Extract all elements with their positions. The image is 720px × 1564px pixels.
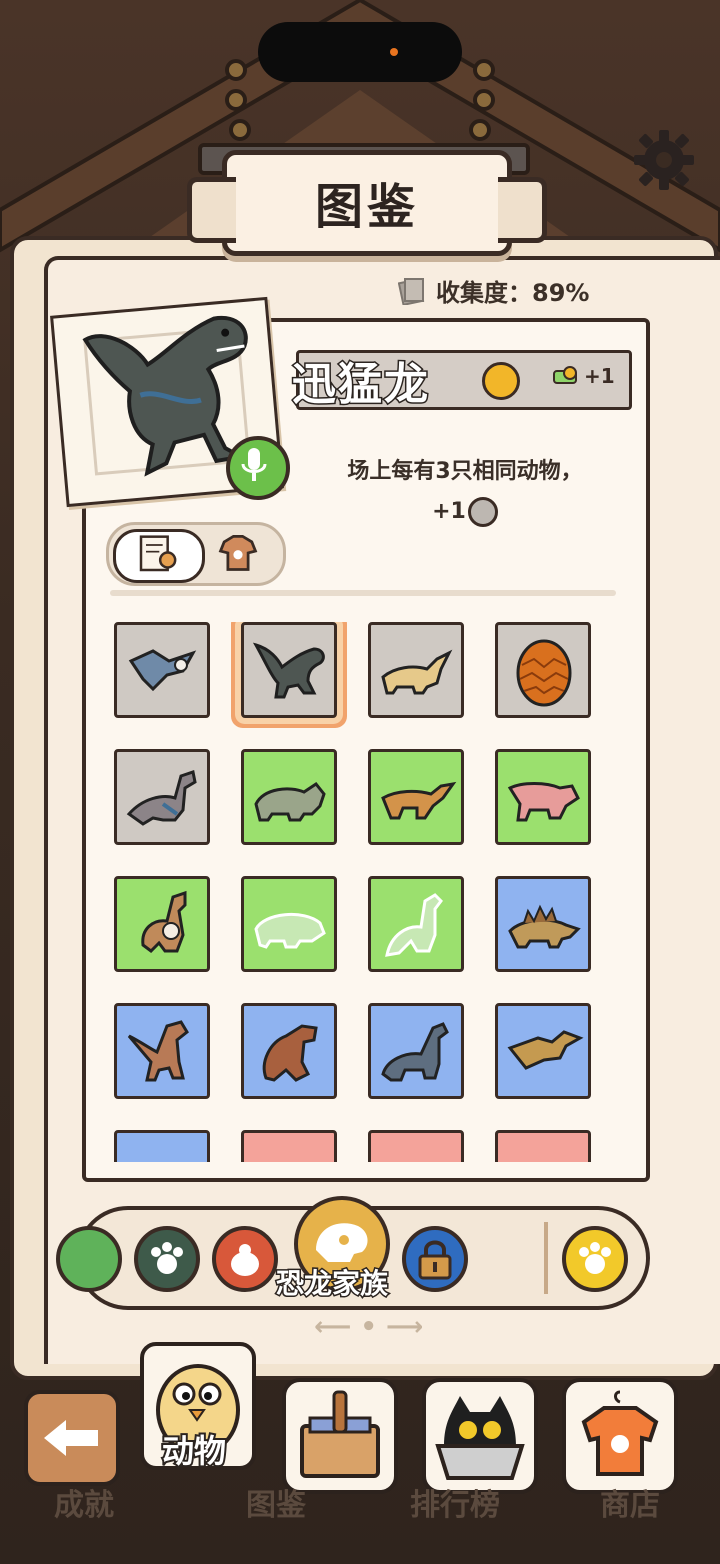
animal-cell-oviraptor-gray[interactable] xyxy=(114,749,210,845)
animal-cell-pink-dino[interactable] xyxy=(495,749,591,845)
nav-achievements-label[interactable]: 成就 xyxy=(54,1480,114,1524)
book-icon xyxy=(398,277,425,305)
page-indicator[interactable]: ⟵ • ⟶ xyxy=(314,1312,423,1342)
back-button[interactable] xyxy=(24,1390,120,1486)
category-locked[interactable] xyxy=(402,1226,468,1292)
category-bird[interactable] xyxy=(212,1226,278,1292)
triceratops-icon xyxy=(254,781,326,822)
animal-cell-parasaurolophus[interactable] xyxy=(368,622,464,718)
nav-ranking-label[interactable]: 排行榜 xyxy=(410,1480,500,1524)
stegosaurus-icon xyxy=(508,904,581,949)
category-separator xyxy=(544,1222,548,1294)
info-skin-toggle[interactable] xyxy=(106,522,286,586)
bone-coin-icon xyxy=(482,362,520,400)
tshirt-icon xyxy=(581,1390,659,1476)
therizinosaurus-icon xyxy=(262,1024,318,1082)
pterosaur-icon xyxy=(128,649,197,692)
animal-cell-stegosaurus[interactable] xyxy=(495,876,591,972)
animal-cell-therizinosaurus[interactable] xyxy=(241,1003,337,1099)
dinosaur-egg-icon xyxy=(516,639,572,707)
animal-cell-pterosaur-blue[interactable] xyxy=(114,622,210,718)
unknown-silhouette-icon xyxy=(385,893,443,957)
category-green[interactable] xyxy=(56,1226,122,1292)
ability-line-1: 场上每有3只相同动物， xyxy=(347,459,583,484)
velociraptor-icon xyxy=(252,642,325,699)
animal-cell-row5-3[interactable] xyxy=(368,1130,464,1162)
pink-dinosaur-icon xyxy=(507,782,580,822)
animal-cell-parasaurolophus-green[interactable] xyxy=(368,749,464,845)
back-arrow-icon xyxy=(44,1420,98,1456)
gear-icon[interactable] xyxy=(632,128,696,192)
microphone-icon xyxy=(241,448,267,481)
lock-icon xyxy=(418,1240,452,1280)
certificate-icon xyxy=(139,535,177,572)
shirt-icon[interactable] xyxy=(213,529,263,575)
animal-cell-dilophosaurus[interactable] xyxy=(114,1003,210,1099)
category-label: 恐龙家族 xyxy=(274,1266,389,1302)
camera-dot xyxy=(390,48,398,56)
page-title: 图鉴 xyxy=(314,179,419,235)
info-tab-active[interactable] xyxy=(113,529,205,583)
oviraptor-icon xyxy=(141,890,187,953)
animal-cell-egg[interactable] xyxy=(495,622,591,718)
title-sign: 图鉴 xyxy=(187,150,547,256)
paw-icon xyxy=(579,1242,611,1274)
animal-cell-silhouette-ankylosaur[interactable] xyxy=(241,876,337,972)
bird-icon xyxy=(231,1244,259,1276)
voice-button[interactable] xyxy=(226,436,290,500)
animal-cell-triceratops[interactable] xyxy=(241,749,337,845)
section-divider xyxy=(110,590,616,596)
collection-label: 收集度：89% xyxy=(436,278,590,307)
oviraptor-icon xyxy=(126,770,197,826)
paw-icon xyxy=(151,1242,183,1274)
black-cat-icon xyxy=(435,1396,525,1480)
nav-codex-label[interactable]: 图鉴 xyxy=(246,1480,306,1524)
collection-progress: 收集度：89% xyxy=(398,270,589,310)
nav-shop-tab[interactable] xyxy=(562,1378,678,1494)
ability-description: 场上每有3只相同动物， +1 xyxy=(300,452,630,532)
parasaurolophus-icon xyxy=(381,649,453,695)
parasaurolophus-icon xyxy=(381,781,457,820)
animal-cell-row5-2[interactable] xyxy=(241,1130,337,1162)
nav-ranking-tab[interactable] xyxy=(422,1378,538,1494)
animal-cell-brachiosaurus[interactable] xyxy=(368,1003,464,1099)
animal-name: 迅猛龙 xyxy=(291,358,430,412)
nav-shop-label[interactable]: 商店 xyxy=(600,1480,660,1524)
ability-line-2: +1 xyxy=(300,492,630,532)
income-bonus: +1 xyxy=(552,364,615,388)
money-icon xyxy=(553,366,577,384)
category-cat[interactable] xyxy=(134,1226,200,1292)
animal-cell-velociraptor[interactable] xyxy=(241,622,337,718)
dilophosaurus-icon xyxy=(127,1020,189,1082)
animal-grid xyxy=(114,622,596,1162)
brachiosaurus-icon xyxy=(381,1022,449,1082)
unknown-silhouette-icon xyxy=(254,912,326,949)
nav-codex-tab[interactable] xyxy=(282,1378,398,1494)
picnic-basket-icon xyxy=(300,1390,380,1478)
animal-cell-silhouette-sauropod[interactable] xyxy=(368,876,464,972)
animal-cell-pteranodon[interactable] xyxy=(495,1003,591,1099)
animal-cell-row5-1[interactable] xyxy=(114,1130,210,1162)
pteranodon-icon xyxy=(507,1030,584,1070)
camera-notch xyxy=(258,22,462,82)
animal-cell-row5-4[interactable] xyxy=(495,1130,591,1162)
income-bonus-value: +1 xyxy=(584,364,615,388)
category-all[interactable] xyxy=(562,1226,628,1292)
nav-animals-label[interactable]: 动物 xyxy=(160,1426,228,1472)
coin-icon xyxy=(467,497,498,527)
animal-cell-oviraptor-brown[interactable] xyxy=(114,876,210,972)
